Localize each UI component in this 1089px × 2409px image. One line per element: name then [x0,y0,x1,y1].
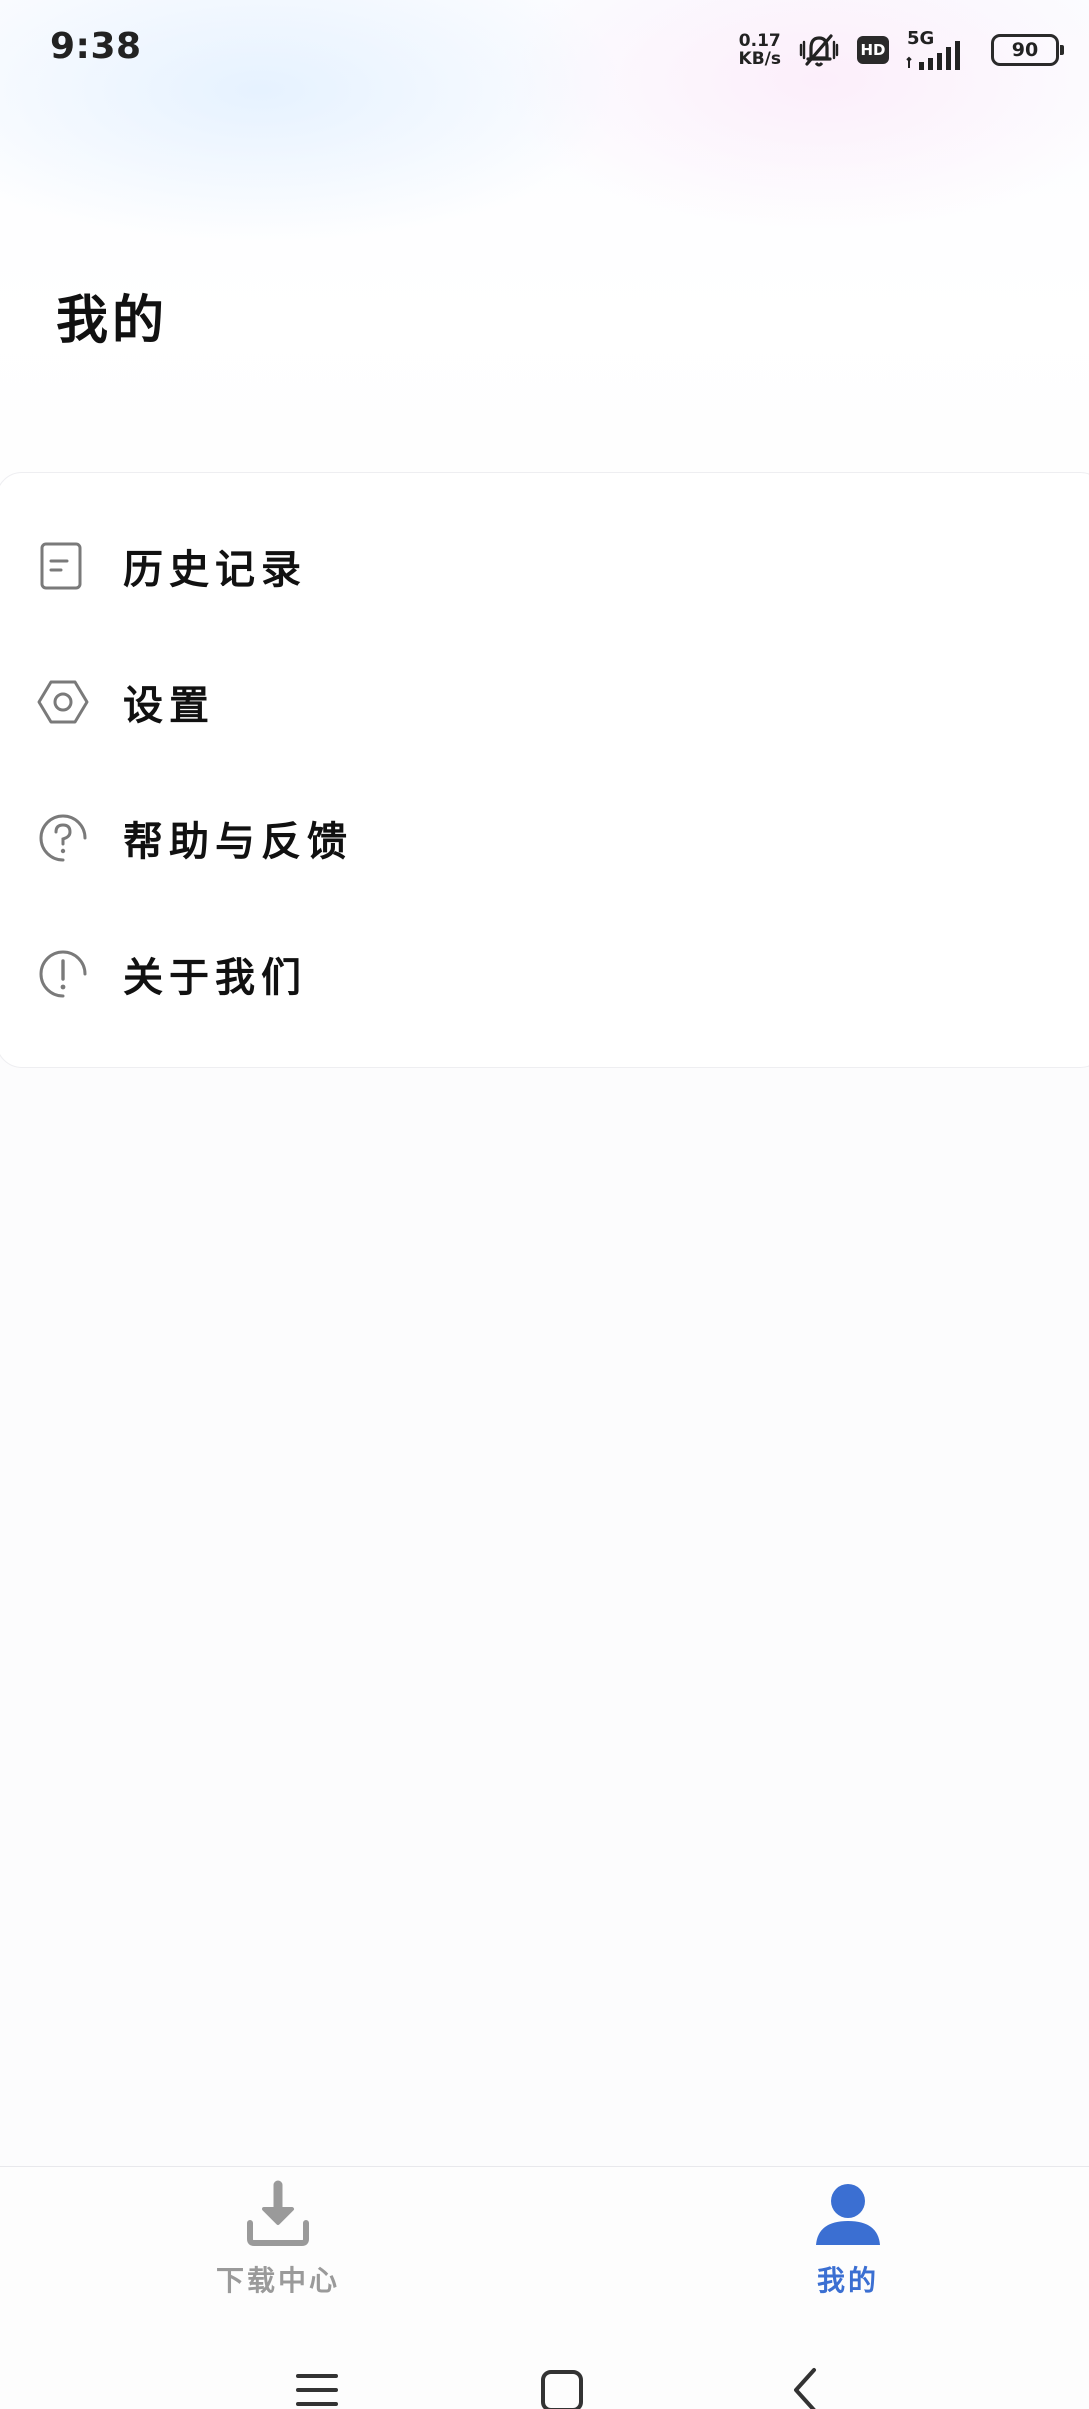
tab-label: 下载中心 [215,2264,340,2297]
page-title: 我的 [56,290,169,351]
home-square-icon[interactable] [537,2366,587,2409]
net-speed: 0.17 KB/s [739,32,781,68]
menu-item-settings[interactable]: 设置 [0,634,1086,770]
signal-indicator: 5G [905,28,975,72]
bottom-nav: 下载中心 我的 [0,2166,1089,2316]
menu-card: 历史记录 设置 帮助与反馈 关于我们 [0,472,1089,1068]
tab-label: 我的 [816,2264,879,2297]
mine-page: 9:38 0.17 KB/s HD 5G 90 我的 历史记录 设置 帮助与反馈… [0,0,1089,2409]
battery-level: 90 [1011,39,1039,61]
status-bar: 9:38 0.17 KB/s HD 5G 90 [0,0,1089,100]
net-speed-value: 0.17 [738,31,781,51]
hd-badge: HD [857,36,889,64]
menu-item-label: 帮助与反馈 [123,818,353,865]
mute-bell-icon [799,34,839,67]
battery-icon: 90 [991,34,1064,66]
menu-item-label: 关于我们 [123,954,307,1001]
system-nav-bar [0,2316,1089,2409]
menu-lines-icon[interactable] [292,2366,342,2409]
menu-item-history[interactable]: 历史记录 [0,498,1086,634]
menu-item-help-feedback[interactable]: 帮助与反馈 [0,770,1086,906]
download-icon [247,2180,309,2246]
tab-download-center[interactable]: 下载中心 [128,2167,428,2317]
settings-hexagon-icon [37,680,89,724]
info-exclamation-icon [39,950,87,998]
tab-mine[interactable]: 我的 [698,2167,998,2317]
history-document-icon [40,542,82,590]
menu-item-label: 设置 [123,682,215,729]
status-icons: 0.17 KB/s HD 5G 90 [739,28,1064,72]
status-time: 9:38 [50,26,142,67]
menu-item-about-us[interactable]: 关于我们 [0,906,1086,1042]
help-question-icon [39,814,87,862]
menu-item-label: 历史记录 [123,546,307,593]
back-chevron-icon[interactable] [782,2366,832,2409]
user-icon [816,2184,880,2245]
net-speed-unit: KB/s [738,49,781,69]
signal-icon [906,41,960,70]
